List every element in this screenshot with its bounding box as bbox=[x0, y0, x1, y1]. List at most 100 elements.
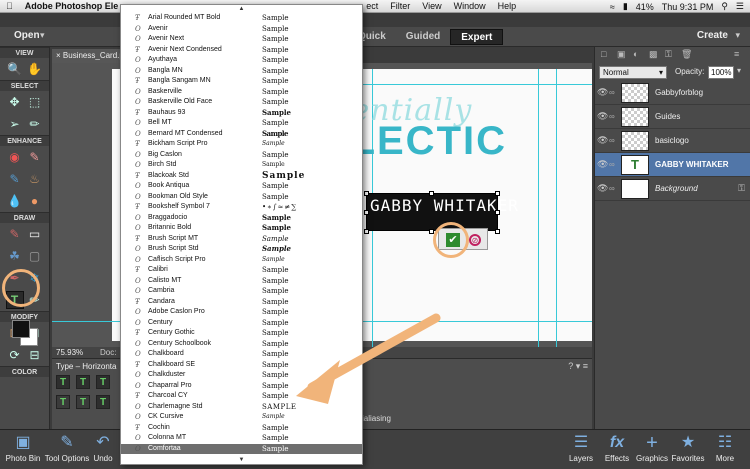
font-family-dropdown[interactable]: ▲ Ŧ Arial Rounded MT Bold Sample O Avenir Sam… bbox=[120, 4, 363, 465]
layer-row[interactable]: 👁 ∞ Guides bbox=[595, 105, 750, 129]
chevron-down-icon[interactable]: ▾ bbox=[737, 66, 741, 75]
font-list-item[interactable]: O Caflisch Script Pro Sample bbox=[121, 255, 362, 266]
font-list-item[interactable]: O Comfortaa Sample bbox=[121, 443, 362, 454]
app-menu[interactable]: Adobe Photoshop Ele bbox=[19, 1, 125, 11]
menu-view[interactable]: View bbox=[416, 1, 447, 11]
blend-mode-select[interactable]: Normal ▾ bbox=[599, 66, 667, 79]
panel-menu-icon[interactable]: ≡ bbox=[734, 49, 744, 59]
font-list-item[interactable]: O Brush Script Std Sample bbox=[121, 244, 362, 255]
font-list-item[interactable]: O CK Cursive Sample bbox=[121, 412, 362, 423]
font-list-item[interactable]: Ŧ Calibri Sample bbox=[121, 265, 362, 276]
font-list-item[interactable]: O Cambria Sample bbox=[121, 286, 362, 297]
transform-handle[interactable] bbox=[364, 210, 369, 215]
font-list-item[interactable]: O Baskerville Sample bbox=[121, 87, 362, 98]
paint-bucket-icon[interactable]: ☘ bbox=[6, 247, 24, 265]
clock[interactable]: Thu 9:31 PM bbox=[662, 2, 714, 12]
apple-menu-icon[interactable]:  bbox=[0, 1, 19, 11]
font-list-item[interactable]: Ŧ Blackoak Std Sample bbox=[121, 171, 362, 182]
font-list-item[interactable]: Ŧ Bickham Script Pro Sample bbox=[121, 139, 362, 150]
transform-handle[interactable] bbox=[364, 229, 369, 234]
chevron-down-icon[interactable]: ▾ bbox=[735, 30, 740, 41]
font-list-item[interactable]: O Chalkduster Sample bbox=[121, 370, 362, 381]
clone-stamp-icon[interactable]: ♨ bbox=[26, 170, 44, 188]
blur-tool-icon[interactable]: 💧 bbox=[6, 192, 24, 210]
font-list-item[interactable]: Ŧ Arial Rounded MT Bold Sample bbox=[121, 13, 362, 24]
eraser-tool-icon[interactable]: ▭ bbox=[26, 225, 44, 243]
font-list-item[interactable]: Ŧ Charcoal CY Sample bbox=[121, 391, 362, 402]
font-list-item[interactable]: O Charlemagne Std SAMPLE bbox=[121, 402, 362, 413]
font-list-item[interactable]: O Colonna MT Sample bbox=[121, 433, 362, 444]
wifi-icon[interactable]: ≈ bbox=[610, 2, 615, 12]
sponge-tool-icon[interactable]: ● bbox=[26, 192, 44, 210]
eye-icon[interactable]: 👁 bbox=[597, 183, 609, 194]
smart-brush-icon[interactable]: ✎ bbox=[6, 170, 24, 188]
font-list-item[interactable]: O Ayuthaya Sample bbox=[121, 55, 362, 66]
text-on-path-icon[interactable]: T bbox=[96, 375, 110, 389]
lasso-tool-icon[interactable]: ➢ bbox=[6, 115, 24, 133]
eye-icon[interactable]: 👁 bbox=[597, 111, 609, 122]
layer-row[interactable]: 👁 ∞ Gabbyforblog bbox=[595, 81, 750, 105]
text-on-shape-icon[interactable]: T bbox=[96, 395, 110, 409]
font-list-item[interactable]: O Britannic Bold Sample bbox=[121, 223, 362, 234]
content-move-icon[interactable]: ⟳ bbox=[6, 346, 24, 364]
link-icon[interactable]: ∞ bbox=[609, 112, 619, 121]
transform-handle[interactable] bbox=[495, 210, 500, 215]
font-list-item[interactable]: Ŧ Bauhaus 93 Sample bbox=[121, 108, 362, 119]
link-icon[interactable]: ∞ bbox=[609, 160, 619, 169]
horizontal-type-icon[interactable]: T bbox=[56, 375, 70, 389]
font-list-item[interactable]: O Big Caslon Sample bbox=[121, 150, 362, 161]
eye-icon[interactable]: 👁 bbox=[597, 159, 609, 170]
document-tab[interactable]: × Business_Card.p bbox=[52, 49, 122, 63]
font-list-item[interactable]: Ŧ Brush Script MT Sample bbox=[121, 234, 362, 245]
opacity-input[interactable]: 100% bbox=[708, 66, 734, 79]
link-icon[interactable]: ∞ bbox=[609, 184, 619, 193]
create-button[interactable]: Create bbox=[697, 30, 728, 41]
healing-brush-icon[interactable]: ✎ bbox=[26, 148, 44, 166]
font-list-item[interactable]: O Chalkboard Sample bbox=[121, 349, 362, 360]
lock-icon[interactable]: ⚿ bbox=[665, 49, 675, 59]
help-icon[interactable]: ? ▾ ≡ bbox=[568, 361, 588, 372]
more-button[interactable]: ☷ More bbox=[702, 432, 748, 463]
font-list-item[interactable]: O Birch Std Sample bbox=[121, 160, 362, 171]
marquee-tool-icon[interactable]: ⬚ bbox=[26, 93, 44, 111]
font-list-item[interactable]: Ŧ Bookshelf Symbol 7 •∗∫≈≠∑ bbox=[121, 202, 362, 213]
close-icon[interactable]: × bbox=[56, 51, 63, 60]
link-icon[interactable]: ∞ bbox=[609, 88, 619, 97]
transform-handle[interactable] bbox=[364, 191, 369, 196]
scroll-down-icon[interactable]: ▼ bbox=[121, 456, 362, 464]
eye-icon[interactable]: 👁 bbox=[597, 135, 609, 146]
eye-icon[interactable]: 👁 bbox=[597, 87, 609, 98]
gradient-tool-icon[interactable]: ▢ bbox=[26, 247, 44, 265]
transform-handle[interactable] bbox=[429, 191, 434, 196]
menu-filter[interactable]: Filter bbox=[384, 1, 416, 11]
font-list-item[interactable]: Ŧ Avenir Next Condensed Sample bbox=[121, 45, 362, 56]
vertical-mask-icon[interactable]: T bbox=[76, 395, 90, 409]
undo-button[interactable]: ↶ Undo bbox=[88, 432, 118, 463]
font-list-item[interactable]: O Chaparral Pro Sample bbox=[121, 381, 362, 392]
zoom-tool-icon[interactable]: 🔍 bbox=[6, 60, 24, 78]
font-list-item[interactable]: O Century Schoolbook Sample bbox=[121, 339, 362, 350]
layer-mask-icon[interactable]: ▩ bbox=[649, 49, 659, 59]
trash-icon[interactable]: 🗑 bbox=[681, 49, 692, 59]
link-icon[interactable]: ∞ bbox=[609, 136, 619, 145]
chevron-down-icon[interactable]: ▾ bbox=[40, 30, 45, 41]
font-list-item[interactable]: O Avenir Sample bbox=[121, 24, 362, 35]
red-eye-tool-icon[interactable]: ◉ bbox=[6, 148, 24, 166]
font-list-item[interactable]: O Baskerville Old Face Sample bbox=[121, 97, 362, 108]
font-list-item[interactable]: O Bell MT Sample bbox=[121, 118, 362, 129]
font-list-item[interactable]: O Bangla MN Sample bbox=[121, 66, 362, 77]
tool-options-button[interactable]: ✎ Tool Options bbox=[44, 432, 90, 463]
new-group-icon[interactable]: ▣ bbox=[617, 49, 627, 59]
font-list-item[interactable]: O Century Sample bbox=[121, 318, 362, 329]
photo-bin-button[interactable]: ▣ Photo Bin bbox=[0, 432, 46, 463]
font-list-item[interactable]: O Bookman Old Style Sample bbox=[121, 192, 362, 203]
vertical-type-icon[interactable]: T bbox=[76, 375, 90, 389]
font-list-item[interactable]: O Braggadocio Sample bbox=[121, 213, 362, 224]
layer-row[interactable]: 👁 ∞ basiclogo bbox=[595, 129, 750, 153]
zoom-level[interactable]: 75.93% bbox=[56, 348, 83, 357]
brush-tool-icon[interactable]: ✎ bbox=[6, 225, 24, 243]
layer-row[interactable]: 👁 ∞ Background ⚿ bbox=[595, 177, 750, 201]
anti-aliasing-option[interactable]: ialiasing bbox=[362, 414, 391, 423]
search-icon[interactable]: ⚲ bbox=[721, 1, 728, 12]
foreground-color-swatch[interactable] bbox=[12, 320, 30, 338]
